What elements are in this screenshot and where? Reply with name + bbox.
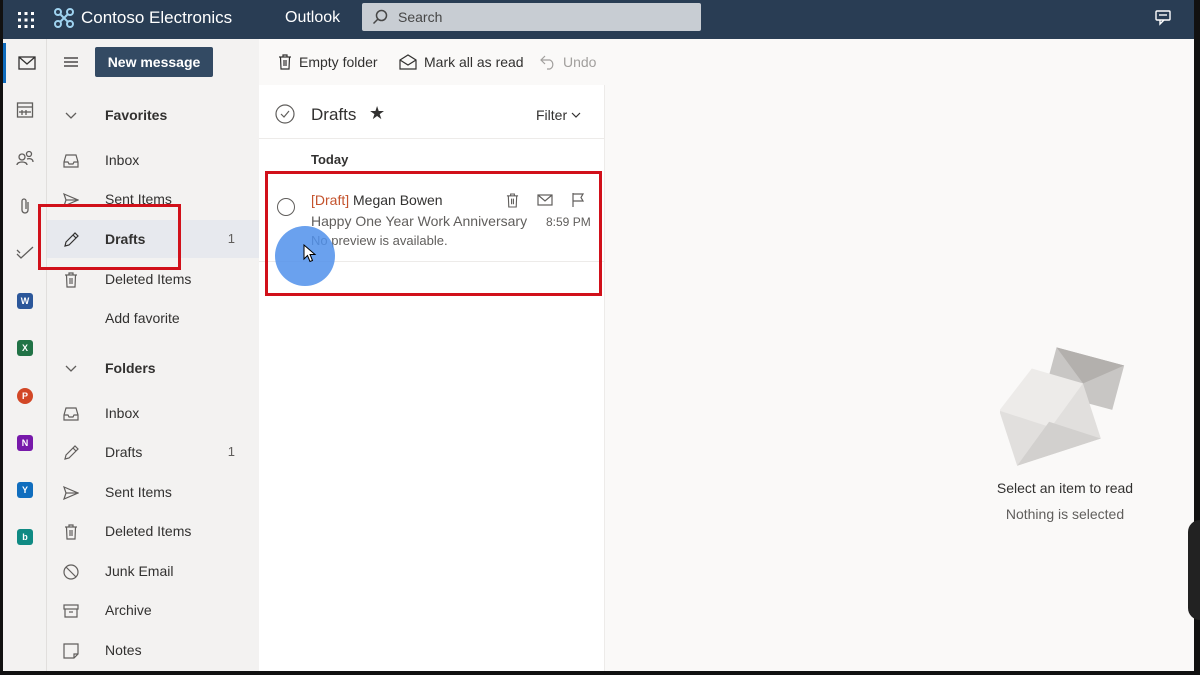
brand-logo-icon bbox=[54, 7, 74, 28]
chevron-down-icon bbox=[61, 359, 81, 379]
pencil-icon bbox=[61, 443, 81, 463]
command-bar: Empty folder Mark all as read Undo bbox=[259, 39, 1194, 85]
envelopes-illustration-icon bbox=[999, 347, 1130, 467]
empty-folder-button[interactable]: Empty folder bbox=[278, 52, 378, 72]
folder-item-inbox[interactable]: Inbox bbox=[47, 394, 259, 432]
app-name[interactable]: Outlook bbox=[285, 0, 340, 35]
chevron-down-icon bbox=[571, 112, 581, 118]
message-time: 8:59 PM bbox=[546, 215, 591, 229]
folder-item-archive[interactable]: Archive bbox=[47, 591, 259, 629]
archive-icon bbox=[61, 601, 81, 621]
reading-pane: Select an item to read Nothing is select… bbox=[605, 85, 1194, 671]
delete-message-icon[interactable] bbox=[502, 190, 522, 210]
folder-item-sent-items[interactable]: Sent Items bbox=[47, 473, 259, 511]
outlook-window: Contoso Electronics Outlook Search W X P… bbox=[3, 0, 1194, 671]
rail-mail-icon[interactable] bbox=[3, 43, 47, 83]
favorite-item-drafts[interactable]: Drafts 1 bbox=[47, 220, 259, 258]
hamburger-menu-icon[interactable] bbox=[61, 52, 81, 72]
inbox-icon bbox=[61, 151, 81, 171]
select-all-checkbox[interactable] bbox=[275, 104, 295, 124]
mark-all-read-button[interactable]: Mark all as read bbox=[399, 52, 524, 72]
search-box[interactable]: Search bbox=[362, 3, 701, 31]
brand-name: Contoso Electronics bbox=[81, 7, 233, 27]
rail-powerpoint-icon[interactable]: P bbox=[3, 376, 47, 416]
message-item[interactable]: [Draft] Megan Bowen Happy One Year Work … bbox=[259, 172, 605, 286]
chevron-down-icon bbox=[61, 106, 81, 126]
folder-item-junk-email[interactable]: Junk Email bbox=[47, 552, 259, 590]
folders-header[interactable]: Folders bbox=[47, 349, 259, 387]
unread-count: 1 bbox=[227, 444, 235, 459]
unread-count: 1 bbox=[227, 231, 235, 246]
rail-word-icon[interactable]: W bbox=[3, 281, 47, 321]
pencil-icon bbox=[61, 230, 81, 250]
decorative-edge bbox=[1188, 520, 1200, 620]
folder-item-notes[interactable]: Notes bbox=[47, 631, 259, 669]
reading-pane-subtitle: Nothing is selected bbox=[1005, 506, 1125, 522]
draft-tag: [Draft] bbox=[311, 192, 350, 208]
filter-button[interactable]: Filter bbox=[536, 107, 581, 123]
send-icon bbox=[61, 483, 81, 503]
inbox-icon bbox=[61, 404, 81, 424]
rail-people-icon[interactable] bbox=[3, 138, 47, 178]
flag-icon[interactable] bbox=[568, 190, 588, 210]
blocked-icon bbox=[61, 562, 81, 582]
rail-todo-icon[interactable] bbox=[3, 233, 47, 273]
message-list-header: Drafts ★ Filter bbox=[259, 85, 605, 139]
group-header-today: Today bbox=[311, 152, 349, 167]
message-list: Drafts ★ Filter Today [Draft] Megan Bowe… bbox=[259, 85, 605, 671]
new-message-button[interactable]: New message bbox=[95, 47, 213, 77]
trash-icon bbox=[279, 54, 291, 70]
folder-item-deleted-items[interactable]: Deleted Items bbox=[47, 512, 259, 550]
search-icon bbox=[372, 9, 388, 25]
rail-onenote-icon[interactable]: N bbox=[3, 423, 47, 463]
trash-icon bbox=[61, 522, 81, 542]
undo-icon bbox=[540, 55, 554, 70]
mark-read-envelope-icon[interactable] bbox=[535, 190, 555, 210]
feedback-icon[interactable] bbox=[1151, 5, 1175, 29]
app-launcher-icon[interactable] bbox=[8, 0, 44, 39]
note-icon bbox=[61, 641, 81, 661]
select-message-checkbox[interactable] bbox=[277, 198, 295, 216]
rail-excel-icon[interactable]: X bbox=[3, 328, 47, 368]
top-bar: Contoso Electronics Outlook Search bbox=[3, 0, 1194, 39]
brand[interactable]: Contoso Electronics bbox=[53, 0, 232, 35]
rail-yammer-icon[interactable]: Y bbox=[3, 470, 47, 510]
reading-pane-title: Select an item to read bbox=[996, 480, 1134, 496]
undo-button[interactable]: Undo bbox=[540, 52, 596, 72]
favorite-item-inbox[interactable]: Inbox bbox=[47, 141, 259, 179]
favorite-item-sent-items[interactable]: Sent Items bbox=[47, 180, 259, 218]
message-sender: [Draft] Megan Bowen bbox=[311, 192, 443, 208]
send-icon bbox=[61, 190, 81, 210]
message-subject: Happy One Year Work Anniversary bbox=[311, 213, 528, 229]
mouse-cursor-icon bbox=[303, 243, 317, 264]
rail-attachment-icon[interactable] bbox=[3, 186, 47, 226]
envelope-open-icon bbox=[399, 54, 417, 70]
add-favorite-link[interactable]: Add favorite bbox=[47, 299, 259, 337]
favorite-star-icon[interactable]: ★ bbox=[369, 103, 385, 124]
favorites-header[interactable]: Favorites bbox=[47, 96, 259, 134]
folder-pane: New message Favorites Inbox Sent Items D… bbox=[47, 39, 259, 671]
rail-bookings-icon[interactable]: b bbox=[3, 517, 47, 557]
folder-title: Drafts bbox=[311, 105, 357, 124]
rail-calendar-icon[interactable] bbox=[3, 90, 47, 130]
app-rail: W X P N Y b bbox=[3, 39, 47, 671]
trash-icon bbox=[61, 270, 81, 290]
search-placeholder: Search bbox=[398, 9, 443, 25]
sender-name: Megan Bowen bbox=[353, 192, 443, 208]
folder-item-drafts[interactable]: Drafts 1 bbox=[47, 433, 259, 471]
favorite-item-deleted-items[interactable]: Deleted Items bbox=[47, 260, 259, 298]
